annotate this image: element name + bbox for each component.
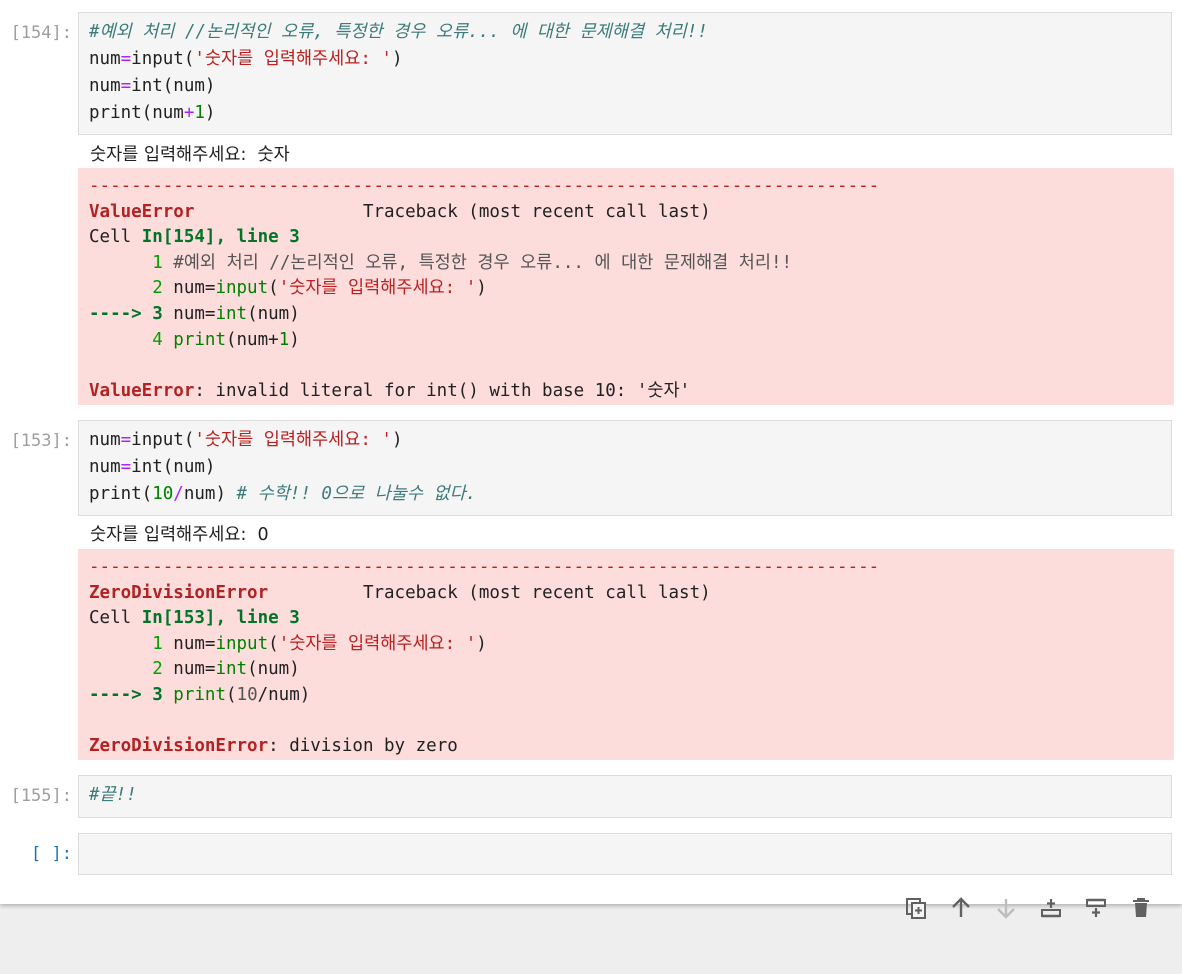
traceback-line: num=input('숫자를 입력해주세요: ') [173,278,487,299]
move-up-icon[interactable] [949,842,973,917]
cell-prompt: [154]: [10,23,72,43]
line-marker: 4 [89,329,174,350]
final-error-message: : invalid literal for int() with base 10… [194,380,691,401]
delete-icon[interactable] [1129,842,1153,917]
code-line: num=input('숫자를 입력해주세요: ') [89,49,403,69]
traceback-line: print(10/num) [173,684,311,705]
cell-ref: In[153], line 3 [141,608,300,629]
code-line: num=int(num) [89,76,216,96]
line-marker: 2 [89,278,174,299]
code-editor[interactable]: #끝!! [78,775,1172,818]
notebook-page: [154]: #예외 처리 //논리적인 오류, 특정한 경우 오류... 에 … [0,0,1182,919]
cell-prompt: [155]: [10,786,72,806]
cell-ref-prefix: Cell [89,227,142,248]
traceback-separator: ----------------------------------------… [89,176,880,196]
code-line: #예외 처리 //논리적인 오류, 특정한 경우 오류... 에 대한 문제해결… [89,22,708,42]
line-marker-current: ----> 3 [89,303,174,324]
final-error-message: : division by zero [268,736,458,757]
cell-toolbar [904,842,1153,919]
traceback-line: num=int(num) [173,659,300,680]
code-editor[interactable] [78,833,1172,919]
cell-prompt: [ ]: [31,844,72,864]
stdout-output: 숫자를 입력해주세요: 숫자 [90,145,290,165]
traceback-separator: ----------------------------------------… [89,557,880,577]
traceback-line: print(num+1) [173,329,300,350]
traceback-line: num=input('숫자를 입력해주세요: ') [173,633,487,654]
final-error-name: ZeroDivisionError [89,736,269,757]
code-editor[interactable]: #예외 처리 //논리적인 오류, 특정한 경우 오류... 에 대한 문제해결… [78,12,1172,135]
code-line: num=int(num) [89,457,216,477]
error-traceback: ----------------------------------------… [78,549,1174,760]
cell-ref: In[154], line 3 [141,227,300,248]
cell-ref-prefix: Cell [89,608,142,629]
line-marker: 1 [89,633,174,654]
traceback-line: #예외 처리 //논리적인 오류, 특정한 경우 오류... 에 대한 문제해결… [173,252,793,273]
line-marker: 1 [89,252,174,273]
insert-below-icon[interactable] [1084,842,1108,917]
code-line: print(num+1) [89,103,216,123]
traceback-label: Traceback (most recent call last) [362,582,711,603]
cell-prompt: [153]: [10,431,72,451]
error-name: ValueError [89,201,195,222]
code-line: num=input('숫자를 입력해주세요: ') [89,430,403,450]
error-traceback: ----------------------------------------… [78,168,1174,405]
line-marker: 2 [89,659,174,680]
traceback-line: num=int(num) [173,303,300,324]
final-error-name: ValueError [89,380,195,401]
move-down-icon[interactable] [994,842,1018,919]
code-line: #끝!! [89,785,137,805]
traceback-label: Traceback (most recent call last) [362,201,711,222]
insert-above-icon[interactable] [1039,842,1063,918]
line-marker-current: ----> 3 [89,684,174,705]
stdout-output: 숫자를 입력해주세요: 0 [90,525,269,545]
error-name: ZeroDivisionError [89,582,269,603]
duplicate-icon[interactable] [904,842,928,919]
code-line: print(10/num) # 수학!! 0으로 나눌수 없다. [89,484,477,504]
code-editor[interactable]: num=input('숫자를 입력해주세요: ') num=int(num) p… [78,420,1172,516]
